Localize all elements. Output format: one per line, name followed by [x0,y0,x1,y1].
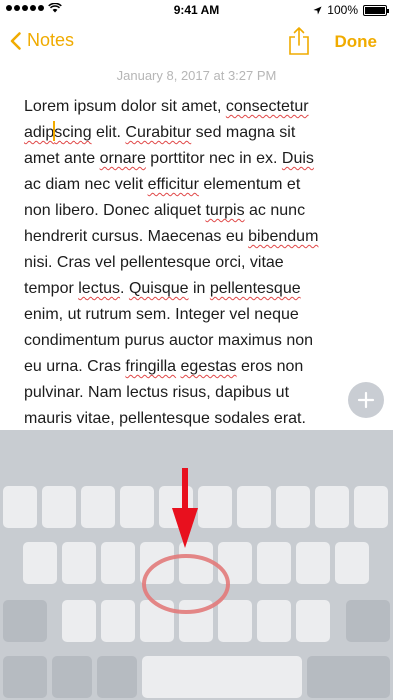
misspelled-word: turpis [205,202,245,219]
keyboard-key[interactable] [218,600,252,642]
status-bar: 9:41 AM 100% [0,0,393,20]
keyboard-key[interactable] [120,486,154,528]
chevron-left-icon [10,31,21,50]
status-right: 100% [313,3,389,17]
space-key[interactable] [142,656,302,698]
note-line: Lorem ipsum dolor sit amet, consectetur [24,94,369,120]
note-line: amet ante ornare porttitor nec in ex. Du… [24,146,369,172]
note-text: eu urna. Cras [24,358,126,375]
misspelled-word: bibendum [248,228,319,245]
keyboard-key[interactable] [159,486,193,528]
keyboard-key[interactable] [296,542,330,584]
keyboard-key[interactable] [179,600,213,642]
note-line: non libero. Donec aliquet turpis ac nunc [24,198,369,224]
note-text: . [120,280,129,297]
note-line: ac diam nec velit efficitur elementum et [24,172,369,198]
keyboard-key[interactable] [237,486,271,528]
note-line: enim, ut rutrum sem. Integer vel neque [24,302,369,328]
note-line: condimentum purus auctor maximus non [24,328,369,354]
note-text: elit. [91,124,126,141]
keyboard-key[interactable] [23,542,57,584]
note-text: mauris vitae, pellentesque sodales erat. [24,410,306,427]
keyboard-key[interactable] [3,486,37,528]
misspelled-word: efficitur [147,176,199,193]
delete-key[interactable] [346,600,390,642]
misspelled-word: ornare [99,150,146,167]
note-body[interactable]: Lorem ipsum dolor sit amet, consectetur a… [24,94,369,432]
note-line: adipscing elit. Curabitur sed magna sit [24,120,369,146]
keyboard-key[interactable] [354,486,388,528]
note-text: sed magna sit [191,124,296,141]
note-text: tempor [24,280,79,297]
note-text: amet ante [24,150,100,167]
misspelled-word: Quisque [128,280,189,297]
keyboard-key[interactable] [101,600,135,642]
shift-key[interactable] [3,600,47,642]
keyboard-key[interactable] [42,486,76,528]
keyboard-key[interactable] [335,542,369,584]
back-button[interactable]: Notes [10,30,74,51]
note-text: condimentum purus auctor maximus non [24,332,314,349]
note-date: January 8, 2017 at 3:27 PM [116,68,277,83]
note-text: Lorem ipsum dolor sit amet, [24,98,226,115]
keyboard-key[interactable] [296,600,330,642]
keyboard[interactable] [0,430,393,700]
misspelled-word: consectetur [225,98,309,115]
keyboard-key[interactable] [140,542,174,584]
keyboard-key[interactable] [257,542,291,584]
note-line: nisi. Cras vel pellentesque orci, vitae [24,250,369,276]
return-key[interactable] [307,656,390,698]
misspelled-word: pellentesque [209,280,301,297]
misspelled-word: lectus [78,280,121,297]
location-icon [313,5,322,15]
misspelled-word: Duis [281,150,314,167]
note-text: non libero. Donec aliquet [24,202,206,219]
battery-percent: 100% [327,3,358,17]
add-button[interactable] [348,382,384,418]
misspelled-word: egestas [180,358,237,375]
misspelled-word: scing [54,124,92,141]
emoji-key[interactable] [52,656,92,698]
note-line: eu urna. Cras fringilla egestas eros non [24,354,369,380]
keyboard-key[interactable] [62,542,96,584]
keyboard-key[interactable] [276,486,310,528]
misspelled-word: adip [24,124,55,141]
numbers-key[interactable] [3,656,47,698]
note-line: mauris vitae, pellentesque sodales erat. [24,406,369,432]
note-line: tempor lectus. Quisque in pellentesque [24,276,369,302]
keyboard-key[interactable] [140,600,174,642]
nav-bar: Notes Done [0,20,393,64]
note-line: pulvinar. Nam lectus risus, dapibus ut [24,380,369,406]
note-text: elementum et [198,176,301,193]
note-text: ac diam nec velit [24,176,148,193]
note-text: hendrerit cursus. Maecenas eu [24,228,249,245]
done-button[interactable]: Done [335,32,378,52]
dictation-key[interactable] [97,656,137,698]
misspelled-word: fringilla [125,358,177,375]
back-label: Notes [27,30,75,50]
keyboard-key[interactable] [101,542,135,584]
note-line: hendrerit cursus. Maecenas eu bibendum [24,224,369,250]
keyboard-key[interactable] [81,486,115,528]
note-text: ac nunc [244,202,306,219]
keyboard-key[interactable] [218,542,252,584]
note-text: porttitor nec in ex. [145,150,282,167]
note-text: eros non [236,358,304,375]
note-text: nisi. Cras vel pellentesque orci, vitae [24,254,284,271]
note-text: enim, ut rutrum sem. Integer vel neque [24,306,299,323]
keyboard-key[interactable] [62,600,96,642]
keyboard-key[interactable] [257,600,291,642]
plus-icon [357,391,375,409]
note-text: pulvinar. Nam lectus risus, dapibus ut [24,384,290,401]
keyboard-key[interactable] [198,486,232,528]
keyboard-key[interactable] [315,486,349,528]
misspelled-word: Curabitur [125,124,192,141]
share-icon[interactable] [286,26,312,56]
note-text: in [188,280,210,297]
keyboard-key[interactable] [179,542,213,584]
battery-icon [363,4,389,16]
